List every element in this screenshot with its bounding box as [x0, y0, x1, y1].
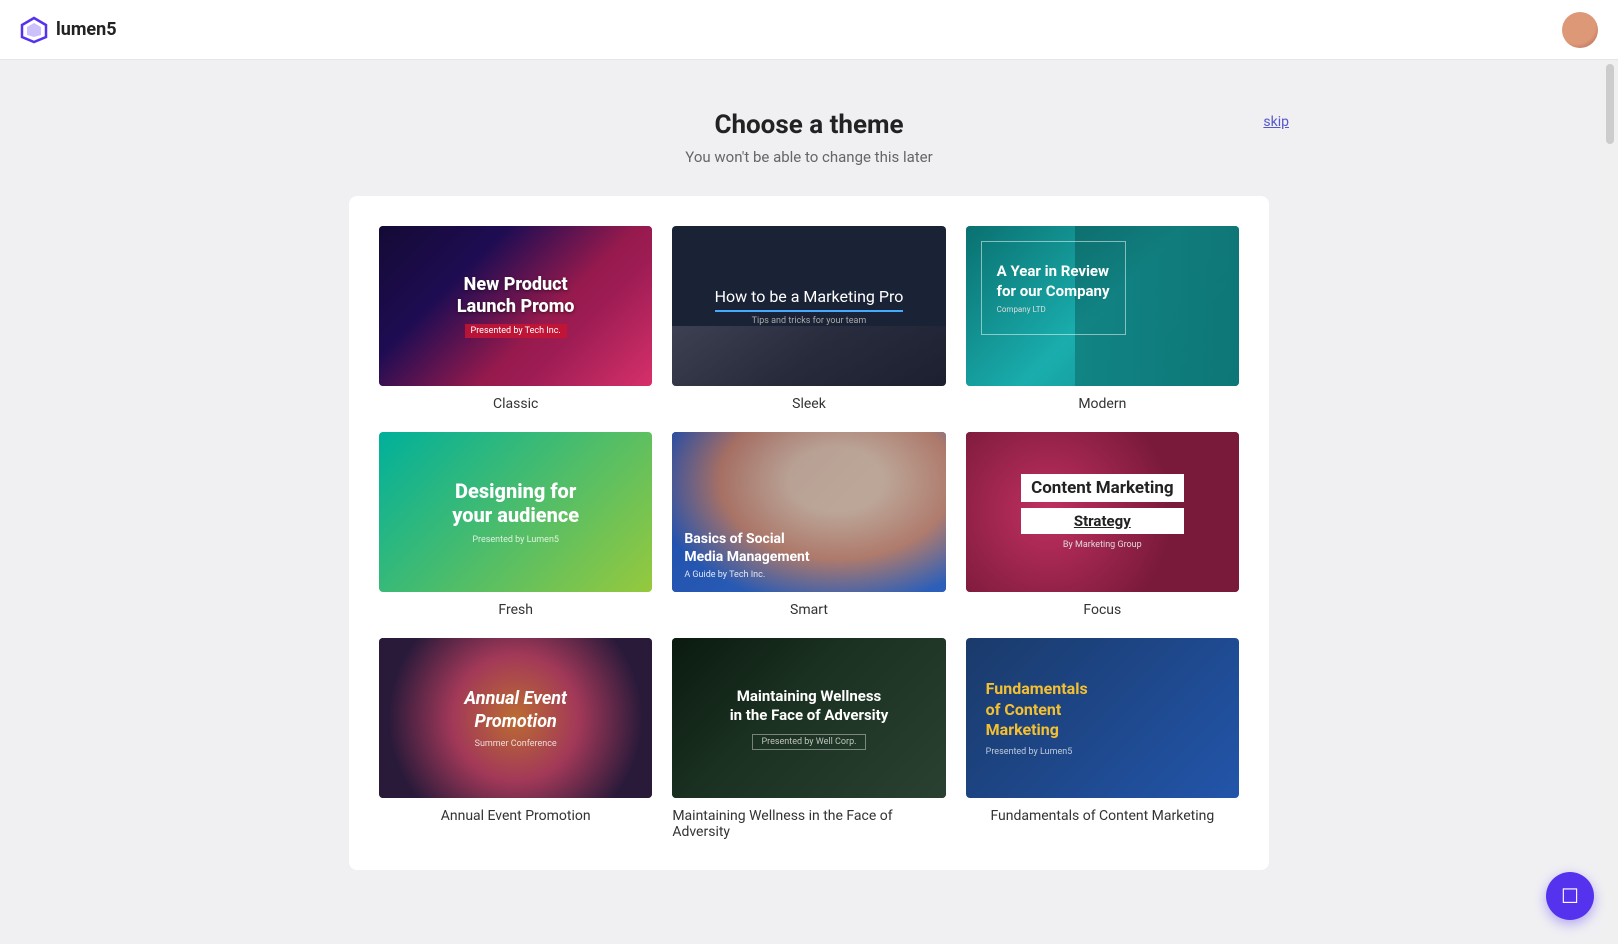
- theme-item-sleek[interactable]: How to be a Marketing Pro Tips and trick…: [672, 226, 945, 412]
- logo-text: lumen5: [56, 19, 117, 40]
- modern-title: A Year in Reviewfor our Company: [997, 262, 1110, 301]
- annual-subtitle: Summer Conference: [464, 739, 567, 749]
- sleek-label: Sleek: [792, 396, 826, 412]
- sleek-subtitle: Tips and tricks for your team: [715, 316, 904, 326]
- theme-item-annual[interactable]: Annual EventPromotion Summer Conference …: [379, 638, 652, 840]
- fundamentals-title: Fundamentalsof ContentMarketing: [986, 679, 1088, 741]
- focus-subtitle: By Marketing Group: [1021, 540, 1183, 550]
- theme-card-wellness: Maintaining Wellnessin the Face of Adver…: [672, 638, 945, 798]
- sleek-top: How to be a Marketing Pro Tips and trick…: [695, 287, 924, 326]
- sleek-bottom: [672, 326, 945, 386]
- smart-label: Smart: [790, 602, 828, 618]
- page-title: Choose a theme: [329, 110, 1289, 140]
- scrollbar[interactable]: [1602, 60, 1618, 944]
- smart-subtitle: A Guide by Tech Inc.: [684, 570, 809, 580]
- logo[interactable]: lumen5: [20, 16, 117, 44]
- sleek-bottom-image: [672, 326, 945, 386]
- annual-label: Annual Event Promotion: [441, 808, 591, 824]
- modern-subtitle: Company LTD: [997, 305, 1110, 314]
- annual-title: Annual EventPromotion: [464, 687, 567, 734]
- theme-card-classic: New ProductLaunch Promo Presented by Tec…: [379, 226, 652, 386]
- theme-item-smart[interactable]: Basics of SocialMedia Management A Guide…: [672, 432, 945, 618]
- fresh-title: Designing foryour audience: [452, 479, 579, 527]
- page-subtitle: You won't be able to change this later: [329, 148, 1289, 166]
- scroll-thumb[interactable]: [1606, 64, 1614, 144]
- theme-item-fundamentals[interactable]: Fundamentalsof ContentMarketing Presente…: [966, 638, 1239, 840]
- classic-subtitle: Presented by Tech Inc.: [465, 324, 567, 338]
- theme-item-wellness[interactable]: Maintaining Wellnessin the Face of Adver…: [672, 638, 945, 840]
- themes-grid: New ProductLaunch Promo Presented by Tec…: [379, 226, 1239, 840]
- wellness-title: Maintaining Wellnessin the Face of Adver…: [730, 687, 889, 726]
- theme-card-focus: Content Marketing Strategy By Marketing …: [966, 432, 1239, 592]
- smart-title: Basics of SocialMedia Management: [684, 530, 809, 566]
- theme-card-smart: Basics of SocialMedia Management A Guide…: [672, 432, 945, 592]
- skip-link[interactable]: skip: [1263, 114, 1289, 130]
- theme-item-focus[interactable]: Content Marketing Strategy By Marketing …: [966, 432, 1239, 618]
- wellness-label: Maintaining Wellness in the Face of Adve…: [672, 808, 945, 840]
- logo-icon: [20, 16, 48, 44]
- fresh-label: Fresh: [498, 602, 533, 618]
- main-content: Choose a theme You won't be able to chan…: [0, 60, 1618, 910]
- modern-label: Modern: [1078, 396, 1126, 412]
- classic-text: New ProductLaunch Promo Presented by Tec…: [457, 274, 574, 337]
- classic-title: New ProductLaunch Promo: [457, 274, 574, 317]
- annual-text: Annual EventPromotion Summer Conference: [464, 687, 567, 750]
- theme-card-annual: Annual EventPromotion Summer Conference: [379, 638, 652, 798]
- header: lumen5: [0, 0, 1618, 60]
- classic-label: Classic: [493, 396, 538, 412]
- avatar-image: [1562, 12, 1598, 48]
- wellness-text: Maintaining Wellnessin the Face of Adver…: [715, 687, 904, 750]
- themes-container: New ProductLaunch Promo Presented by Tec…: [349, 196, 1269, 870]
- fundamentals-subtitle: Presented by Lumen5: [986, 747, 1088, 757]
- theme-item-modern[interactable]: A Year in Reviewfor our Company Company …: [966, 226, 1239, 412]
- theme-card-fresh: Designing foryour audience Presented by …: [379, 432, 652, 592]
- theme-card-fundamentals: Fundamentalsof ContentMarketing Presente…: [966, 638, 1239, 798]
- chat-button[interactable]: ☐: [1546, 872, 1594, 920]
- page-header: Choose a theme You won't be able to chan…: [329, 110, 1289, 166]
- fresh-subtitle: Presented by Lumen5: [452, 535, 579, 545]
- wellness-subtitle: Presented by Well Corp.: [752, 734, 865, 750]
- theme-item-classic[interactable]: New ProductLaunch Promo Presented by Tec…: [379, 226, 652, 412]
- focus-title2: Strategy: [1021, 508, 1183, 534]
- fresh-text: Designing foryour audience Presented by …: [432, 479, 599, 545]
- focus-text: Content Marketing Strategy By Marketing …: [1021, 474, 1183, 550]
- fundamentals-text: Fundamentalsof ContentMarketing Presente…: [966, 659, 1108, 777]
- fundamentals-label: Fundamentals of Content Marketing: [990, 808, 1214, 824]
- theme-item-fresh[interactable]: Designing foryour audience Presented by …: [379, 432, 652, 618]
- focus-label: Focus: [1083, 602, 1121, 618]
- theme-card-sleek: How to be a Marketing Pro Tips and trick…: [672, 226, 945, 386]
- modern-text: A Year in Reviewfor our Company Company …: [981, 241, 1126, 335]
- theme-card-modern: A Year in Reviewfor our Company Company …: [966, 226, 1239, 386]
- avatar[interactable]: [1562, 12, 1598, 48]
- sleek-title: How to be a Marketing Pro: [715, 287, 904, 312]
- focus-title1: Content Marketing: [1021, 474, 1183, 502]
- chat-icon: ☐: [1561, 884, 1579, 908]
- smart-text: Basics of SocialMedia Management A Guide…: [672, 518, 821, 592]
